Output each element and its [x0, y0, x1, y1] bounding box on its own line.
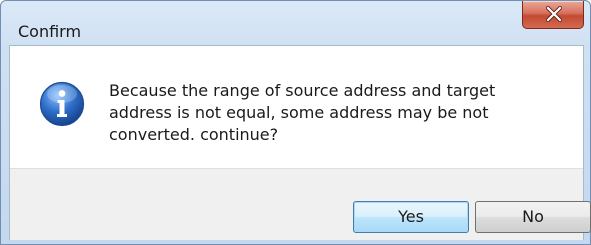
no-button[interactable]: No: [475, 201, 591, 233]
button-bar: Yes No: [10, 168, 591, 240]
message-text: Because the range of source address and …: [109, 81, 496, 144]
info-icon: [39, 81, 85, 127]
confirm-dialog: Confirm Because the range of source addr…: [0, 0, 591, 245]
close-icon: [546, 6, 562, 22]
close-button[interactable]: [522, 1, 584, 29]
title-bar[interactable]: Confirm: [1, 1, 590, 43]
yes-button[interactable]: Yes: [353, 201, 469, 233]
window-title: Confirm: [18, 22, 82, 41]
dialog-content: Because the range of source address and …: [9, 45, 591, 240]
